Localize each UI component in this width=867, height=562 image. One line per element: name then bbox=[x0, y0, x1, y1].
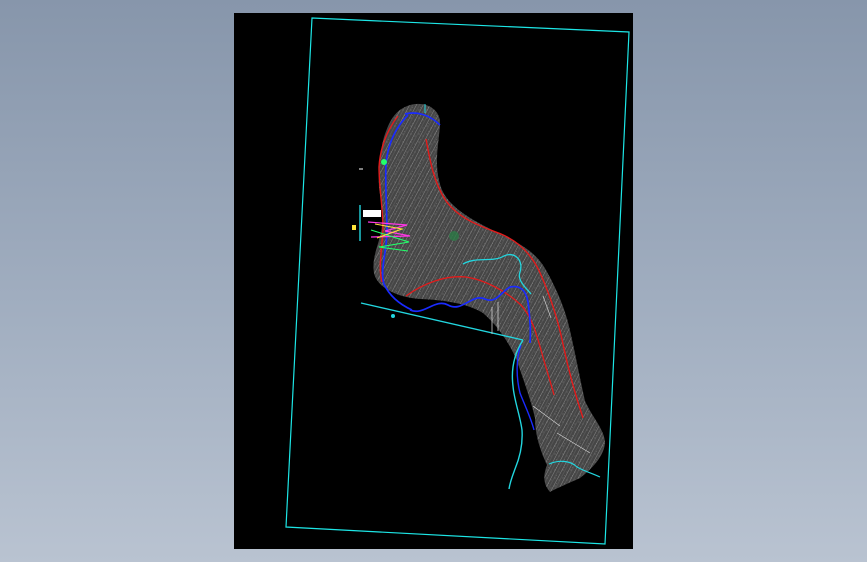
terrain-noise bbox=[373, 103, 605, 492]
cad-drawing bbox=[285, 17, 630, 545]
cad-model-space[interactable] bbox=[234, 13, 633, 549]
cyan-channel-main bbox=[360, 302, 524, 490]
